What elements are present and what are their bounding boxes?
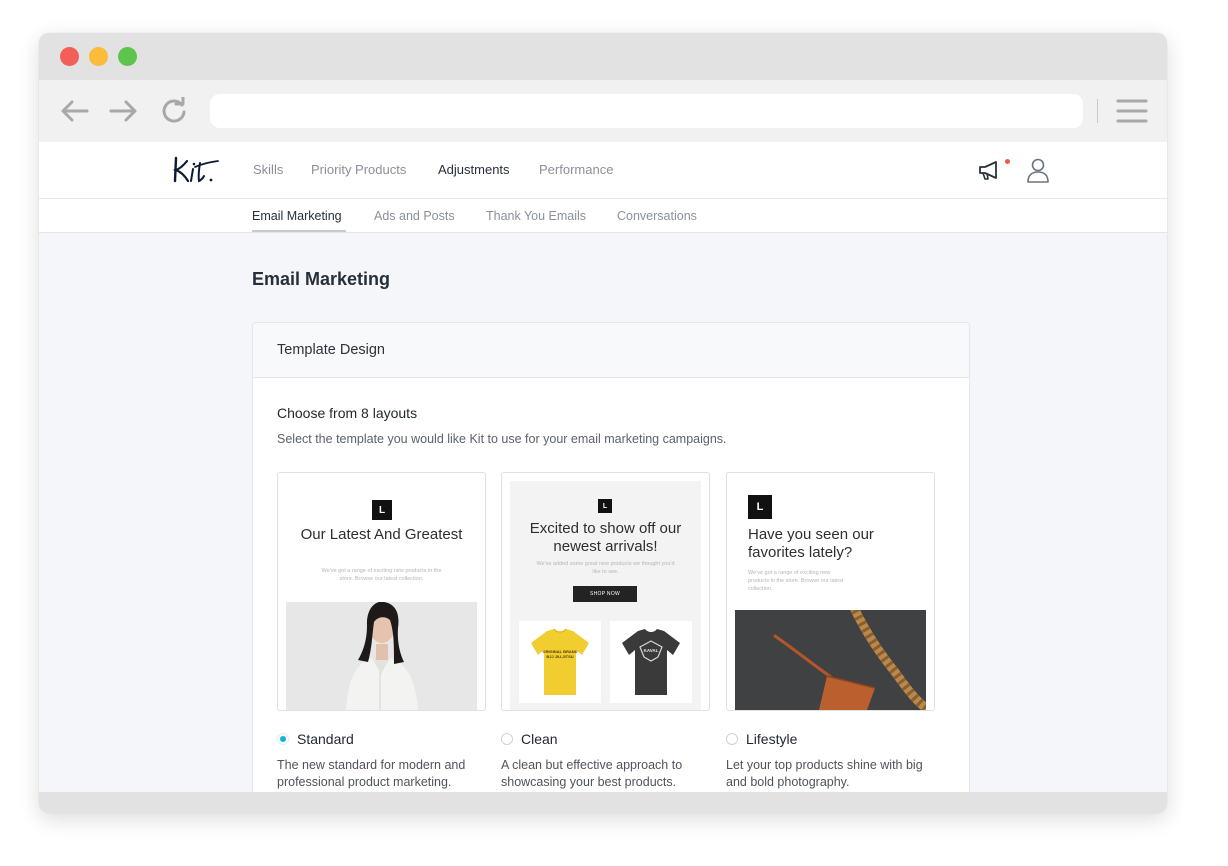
brand-logo-box: L <box>598 499 612 513</box>
option-clean-label: Clean <box>521 731 558 747</box>
option-clean-description: A clean but effective approach to showca… <box>501 758 683 789</box>
back-button[interactable] <box>57 94 91 128</box>
clean-preview-content: L Excited to show off our newest arrival… <box>510 481 701 710</box>
megaphone-icon[interactable] <box>977 158 1003 182</box>
address-bar[interactable] <box>210 94 1083 128</box>
template-preview-lifestyle[interactable]: L Have you seen our favorites lately? We… <box>726 472 935 711</box>
option-standard-label: Standard <box>297 731 354 747</box>
option-standard-description: The new standard for modern and professi… <box>277 758 466 789</box>
yellow-shirt-print: ORIGINAL BRAND BJJ JIU-JITSU <box>542 649 578 659</box>
standard-preview-body: We've got a range of exciting new produc… <box>321 568 442 582</box>
option-lifestyle-description: Let your top products shine with big and… <box>726 758 923 789</box>
sub-navigation: Email Marketing Ads and Posts Thank You … <box>39 199 1167 233</box>
hamburger-menu-icon[interactable] <box>1115 98 1149 124</box>
layouts-description: Select the template you would like Kit t… <box>277 432 727 446</box>
tab-ads-and-posts[interactable]: Ads and Posts <box>374 209 455 223</box>
standard-preview-content: L Our Latest And Greatest We've got a ra… <box>286 481 477 710</box>
arrow-right-icon <box>109 100 137 122</box>
window-titlebar <box>39 33 1167 80</box>
card-header: Template Design <box>253 323 969 378</box>
layouts-heading: Choose from 8 layouts <box>277 405 418 421</box>
template-design-card: Template Design Choose from 8 layouts Se… <box>252 322 970 792</box>
toolbar-divider <box>1097 99 1098 123</box>
yellow-tshirt-image <box>531 628 589 695</box>
brand-logo-box: L <box>748 495 772 519</box>
page-title: Email Marketing <box>252 269 391 289</box>
product-card-yellow-shirt: ORIGINAL BRAND BJJ JIU-JITSU <box>519 621 601 703</box>
standard-preview-headline: Our Latest And Greatest <box>300 526 463 543</box>
option-standard[interactable]: Standard <box>277 730 477 748</box>
standard-preview-photo <box>286 602 477 710</box>
forward-button[interactable] <box>107 94 141 128</box>
window-bottom-bar <box>39 792 1167 813</box>
reload-icon <box>162 97 186 123</box>
grey-tshirt-image <box>622 629 680 695</box>
shop-now-button: SHOP NOW <box>573 586 637 602</box>
radio-standard[interactable] <box>277 733 289 745</box>
close-window-button[interactable] <box>60 47 79 66</box>
minimize-window-button[interactable] <box>89 47 108 66</box>
browser-window: Skills Priority Products Adjustments Per… <box>39 33 1167 813</box>
maximize-window-button[interactable] <box>118 47 137 66</box>
main-navigation: Skills Priority Products Adjustments Per… <box>39 142 1167 199</box>
option-clean[interactable]: Clean <box>501 730 701 748</box>
grey-shirt-print: KAVAL <box>643 648 659 653</box>
nav-skills[interactable]: Skills <box>253 162 283 177</box>
arrow-left-icon <box>61 100 89 122</box>
option-lifestyle-label: Lifestyle <box>746 731 798 747</box>
lifestyle-preview-photo <box>735 610 926 710</box>
card-title: Template Design <box>277 342 385 358</box>
template-preview-standard[interactable]: L Our Latest And Greatest We've got a ra… <box>277 472 486 711</box>
tab-conversations[interactable]: Conversations <box>617 209 697 223</box>
nav-priority-products[interactable]: Priority Products <box>311 162 406 177</box>
kit-logo[interactable] <box>172 154 220 184</box>
notification-badge <box>1005 159 1010 164</box>
radio-lifestyle[interactable] <box>726 733 738 745</box>
tab-email-marketing[interactable]: Email Marketing <box>252 209 342 223</box>
product-card-grey-shirt: KAVAL <box>610 621 692 703</box>
app-page: Skills Priority Products Adjustments Per… <box>39 142 1167 792</box>
option-lifestyle[interactable]: Lifestyle <box>726 730 926 748</box>
lifestyle-preview-body: We've got a range of exciting new produc… <box>748 570 844 592</box>
active-tab-underline <box>252 230 346 232</box>
lifestyle-preview-content: L Have you seen our favorites lately? We… <box>735 481 926 710</box>
nav-adjustments[interactable]: Adjustments <box>438 162 510 177</box>
radio-clean[interactable] <box>501 733 513 745</box>
nav-performance[interactable]: Performance <box>539 162 613 177</box>
user-icon[interactable] <box>1026 157 1050 183</box>
browser-toolbar <box>39 80 1167 142</box>
brand-logo-box: L <box>372 500 392 520</box>
clean-preview-body: We've added some great new products we t… <box>536 561 675 575</box>
template-preview-clean[interactable]: L Excited to show off our newest arrival… <box>501 472 710 711</box>
tab-thank-you-emails[interactable]: Thank You Emails <box>486 209 586 223</box>
clean-preview-headline: Excited to show off our newest arrivals! <box>529 520 682 555</box>
lifestyle-preview-headline: Have you seen our favorites lately? <box>748 526 874 561</box>
reload-button[interactable] <box>157 94 191 128</box>
